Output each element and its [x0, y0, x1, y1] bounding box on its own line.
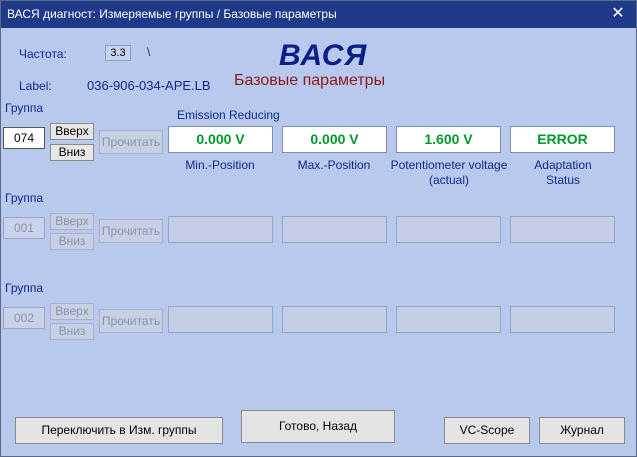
- group-3-field-3: [396, 306, 501, 333]
- group-1-caption-4: Adaptation Status: [534, 158, 592, 187]
- group-3-field-2: [282, 306, 387, 333]
- group-1-down-button[interactable]: Вниз: [50, 144, 94, 161]
- group-3-read-button[interactable]: Прочитать: [99, 309, 163, 333]
- group-2-number-input[interactable]: 001: [3, 217, 45, 239]
- group-2-label: Группа: [5, 191, 44, 205]
- label-caption: Label:: [19, 79, 52, 93]
- group-1-block-title: Emission Reducing: [177, 108, 280, 122]
- group-2-field-1: [168, 216, 273, 243]
- main-window: ВАСЯ диагност: Измеряемые группы / Базов…: [0, 0, 637, 457]
- group-3-field-1: [168, 306, 273, 333]
- journal-button[interactable]: Журнал: [539, 417, 625, 444]
- group-1-field-1: 0.000 V: [168, 126, 273, 153]
- frequency-value: 3.3: [105, 45, 131, 61]
- group-1-up-button[interactable]: Вверх: [50, 123, 94, 140]
- group-1-field-3: 1.600 V: [396, 126, 501, 153]
- done-back-button[interactable]: Готово, Назад: [241, 410, 395, 443]
- label-value: 036-906-034-APE.LB: [87, 78, 211, 93]
- group-2-read-button[interactable]: Прочитать: [99, 219, 163, 243]
- group-3-field-4: [510, 306, 615, 333]
- window-title: ВАСЯ диагност: Измеряемые группы / Базов…: [7, 7, 337, 21]
- group-1-caption-1: Min.-Position: [185, 158, 255, 172]
- group-2-field-4: [510, 216, 615, 243]
- switch-to-measured-groups-button[interactable]: Переключить в Изм. группы: [15, 417, 223, 444]
- group-1-field-2: 0.000 V: [282, 126, 387, 153]
- group-2-up-button[interactable]: Вверх: [50, 213, 94, 230]
- group-2-down-button[interactable]: Вниз: [50, 233, 94, 250]
- group-1-read-button[interactable]: Прочитать: [99, 130, 163, 154]
- brand-logo: ВАСЯ: [279, 39, 368, 72]
- title-bar: ВАСЯ диагност: Измеряемые группы / Базов…: [1, 1, 636, 28]
- frequency-indicator: \: [147, 45, 151, 59]
- group-3-down-button[interactable]: Вниз: [50, 323, 94, 340]
- group-2-field-3: [396, 216, 501, 243]
- group-2-field-2: [282, 216, 387, 243]
- group-1-caption-2: Max.-Position: [297, 158, 371, 172]
- vc-scope-button[interactable]: VC-Scope: [444, 417, 530, 444]
- frequency-label: Частота:: [19, 47, 67, 61]
- group-3-number-input[interactable]: 002: [3, 307, 45, 329]
- group-1-field-4: ERROR: [510, 126, 615, 153]
- group-1-caption-3: Potentiometer voltage (actual): [390, 158, 508, 187]
- page-subtitle: Базовые параметры: [234, 72, 386, 89]
- group-3-label: Группа: [5, 281, 44, 295]
- group-3-up-button[interactable]: Вверх: [50, 303, 94, 320]
- close-icon[interactable]: ✕: [600, 1, 636, 28]
- group-1-label: Группа: [5, 101, 44, 115]
- group-1-number-input[interactable]: 074: [3, 127, 45, 149]
